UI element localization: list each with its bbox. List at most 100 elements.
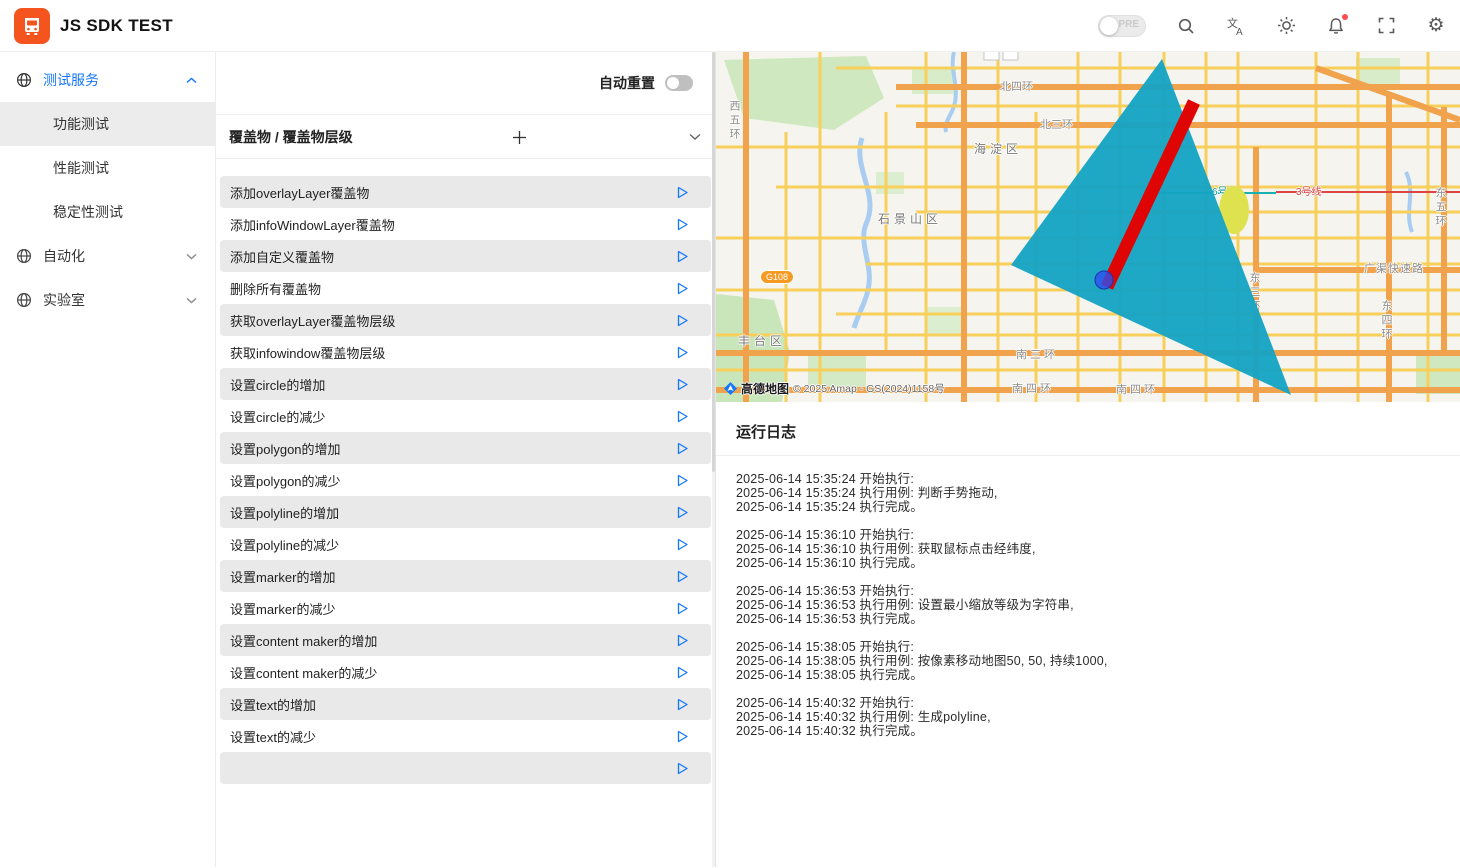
env-toggle-knob — [1100, 16, 1118, 35]
log-line: 2025-06-14 15:36:53 执行完成。 — [736, 612, 924, 626]
log-line: 2025-06-14 15:35:24 执行用例: 判断手势拖动, — [736, 486, 998, 500]
map-attribution: 高德地图 © 2025 Amap - GS(2024)1158号 — [724, 380, 945, 397]
bus-icon — [25, 17, 39, 35]
search-icon[interactable] — [1176, 16, 1196, 36]
sidebar-section-test-services[interactable]: 测试服务 — [0, 58, 215, 102]
test-case-row[interactable] — [220, 752, 711, 784]
sidebar-item-function-test[interactable]: 功能测试 — [0, 102, 215, 146]
auto-reset-toggle-knob — [667, 77, 679, 89]
test-case-list: 添加overlayLayer覆盖物 添加infoWindowLayer覆盖物 添… — [216, 176, 715, 784]
translate-icon[interactable]: 文 A — [1226, 16, 1246, 36]
sidebar-item-label: 性能测试 — [53, 160, 109, 176]
sidebar-section-laboratory[interactable]: 实验室 — [0, 278, 215, 322]
chevron-down-icon — [186, 297, 197, 304]
sidebar-item-performance-test[interactable]: 性能测试 — [0, 146, 215, 190]
log-line: 2025-06-14 15:36:10 执行用例: 获取鼠标点击经纬度, — [736, 542, 1036, 556]
test-case-label: 获取infowindow覆盖物层级 — [230, 345, 386, 361]
play-icon[interactable] — [673, 599, 691, 617]
play-icon[interactable] — [673, 663, 691, 681]
play-icon[interactable] — [673, 183, 691, 201]
sidebar-item-label: 功能测试 — [53, 116, 109, 132]
test-case-row[interactable]: 删除所有覆盖物 — [220, 272, 711, 304]
play-icon[interactable] — [673, 343, 691, 361]
test-case-label: 设置text的增加 — [230, 697, 316, 713]
play-icon[interactable] — [673, 407, 691, 425]
play-icon[interactable] — [673, 759, 691, 777]
play-icon[interactable] — [673, 279, 691, 297]
sidebar: 测试服务 功能测试 性能测试 稳定性测试 自动化 实验室 — [0, 52, 216, 867]
env-toggle-label: PRE — [1118, 18, 1139, 30]
play-icon[interactable] — [673, 631, 691, 649]
sidebar-section-label: 实验室 — [43, 292, 85, 308]
test-case-label: 获取overlayLayer覆盖物层级 — [230, 313, 396, 329]
test-case-label: 添加infoWindowLayer覆盖物 — [230, 217, 395, 233]
sidebar-item-stability-test[interactable]: 稳定性测试 — [0, 190, 215, 234]
test-case-row[interactable]: 设置text的减少 — [220, 720, 711, 752]
log-entry: 2025-06-14 15:40:32 开始执行: 2025-06-14 15:… — [736, 696, 1440, 738]
test-case-label: 删除所有覆盖物 — [230, 281, 322, 297]
play-icon[interactable] — [673, 695, 691, 713]
bell-icon[interactable] — [1326, 13, 1348, 36]
settings-gear-icon[interactable]: ⚙ — [1426, 16, 1446, 36]
sidebar-section-label: 自动化 — [43, 248, 85, 264]
env-toggle[interactable]: PRE — [1098, 14, 1146, 37]
play-icon[interactable] — [673, 471, 691, 489]
log-entry: 2025-06-14 15:35:24 开始执行: 2025-06-14 15:… — [736, 472, 1440, 514]
theme-brightness-icon[interactable] — [1276, 16, 1296, 36]
right-panel: 北四环 北三环 海淀区 西五环 石景山区 丰台区 南三环 南四环 南四环 东五环… — [716, 52, 1460, 867]
test-case-row[interactable]: 设置marker的减少 — [220, 592, 711, 624]
test-case-row[interactable]: 设置polyline的增加 — [220, 496, 711, 528]
test-case-row[interactable]: 设置polygon的增加 — [220, 432, 711, 464]
play-icon[interactable] — [673, 535, 691, 553]
sidebar-item-label: 稳定性测试 — [53, 204, 123, 220]
scrollbar[interactable] — [712, 52, 715, 867]
sidebar-section-automation[interactable]: 自动化 — [0, 234, 215, 278]
test-case-row[interactable]: 获取overlayLayer覆盖物层级 — [220, 304, 711, 336]
chevron-down-icon[interactable] — [689, 133, 701, 141]
test-case-row[interactable]: 设置content maker的增加 — [220, 624, 711, 656]
map-canvas[interactable]: 北四环 北三环 海淀区 西五环 石景山区 丰台区 南三环 南四环 南四环 东五环… — [716, 52, 1460, 402]
play-icon[interactable] — [673, 215, 691, 233]
test-case-row[interactable]: 设置marker的增加 — [220, 560, 711, 592]
log-line: 2025-06-14 15:38:05 执行用例: 按像素移动地图50, 50,… — [736, 654, 1108, 668]
run-log-body[interactable]: 2025-06-14 15:35:24 开始执行: 2025-06-14 15:… — [716, 456, 1460, 768]
play-icon[interactable] — [673, 439, 691, 457]
test-group-title: 覆盖物 / 覆盖物层级 — [229, 128, 353, 145]
test-case-row[interactable]: 设置polyline的减少 — [220, 528, 711, 560]
play-icon[interactable] — [673, 567, 691, 585]
add-icon[interactable] — [508, 126, 530, 148]
fullscreen-icon[interactable] — [1376, 16, 1396, 36]
test-case-row[interactable]: 设置content maker的减少 — [220, 656, 711, 688]
test-case-row[interactable]: 设置circle的减少 — [220, 400, 711, 432]
log-entry: 2025-06-14 15:38:05 开始执行: 2025-06-14 15:… — [736, 640, 1440, 682]
play-icon[interactable] — [673, 311, 691, 329]
test-case-row[interactable]: 设置text的增加 — [220, 688, 711, 720]
log-line: 2025-06-14 15:40:32 执行用例: 生成polyline, — [736, 710, 991, 724]
auto-reset-toggle[interactable] — [665, 75, 693, 91]
test-case-row[interactable]: 添加自定义覆盖物 — [220, 240, 711, 272]
play-icon[interactable] — [673, 727, 691, 745]
auto-reset-label: 自动重置 — [599, 75, 655, 91]
test-group-header[interactable]: 覆盖物 / 覆盖物层级 — [216, 115, 715, 159]
test-case-row[interactable]: 设置circle的增加 — [220, 368, 711, 400]
notification-dot — [1342, 13, 1348, 20]
log-line: 2025-06-14 15:35:24 开始执行: — [736, 472, 915, 486]
test-case-row[interactable]: 添加overlayLayer覆盖物 — [220, 176, 711, 208]
app-logo — [14, 7, 50, 44]
svg-text:A: A — [1236, 27, 1243, 36]
map-copyright: © 2025 Amap - GS(2024)1158号 — [793, 383, 945, 395]
test-panel: 自动重置 覆盖物 / 覆盖物层级 添加overlayLayer覆盖物 添加inf… — [216, 52, 716, 867]
log-line: 2025-06-14 15:40:32 执行完成。 — [736, 724, 924, 738]
play-icon[interactable] — [673, 375, 691, 393]
play-icon[interactable] — [673, 247, 691, 265]
play-icon[interactable] — [673, 503, 691, 521]
page-title: JS SDK TEST — [60, 15, 173, 35]
log-line: 2025-06-14 15:36:10 执行完成。 — [736, 556, 924, 570]
run-log-panel: 运行日志 2025-06-14 15:35:24 开始执行: 2025-06-1… — [716, 402, 1460, 867]
log-line: 2025-06-14 15:35:24 执行完成。 — [736, 500, 924, 514]
test-case-label: 设置content maker的减少 — [230, 665, 378, 681]
test-case-row[interactable]: 获取infowindow覆盖物层级 — [220, 336, 711, 368]
test-case-row[interactable]: 添加infoWindowLayer覆盖物 — [220, 208, 711, 240]
test-case-row[interactable]: 设置polygon的减少 — [220, 464, 711, 496]
sidebar-section-label: 测试服务 — [43, 72, 99, 88]
